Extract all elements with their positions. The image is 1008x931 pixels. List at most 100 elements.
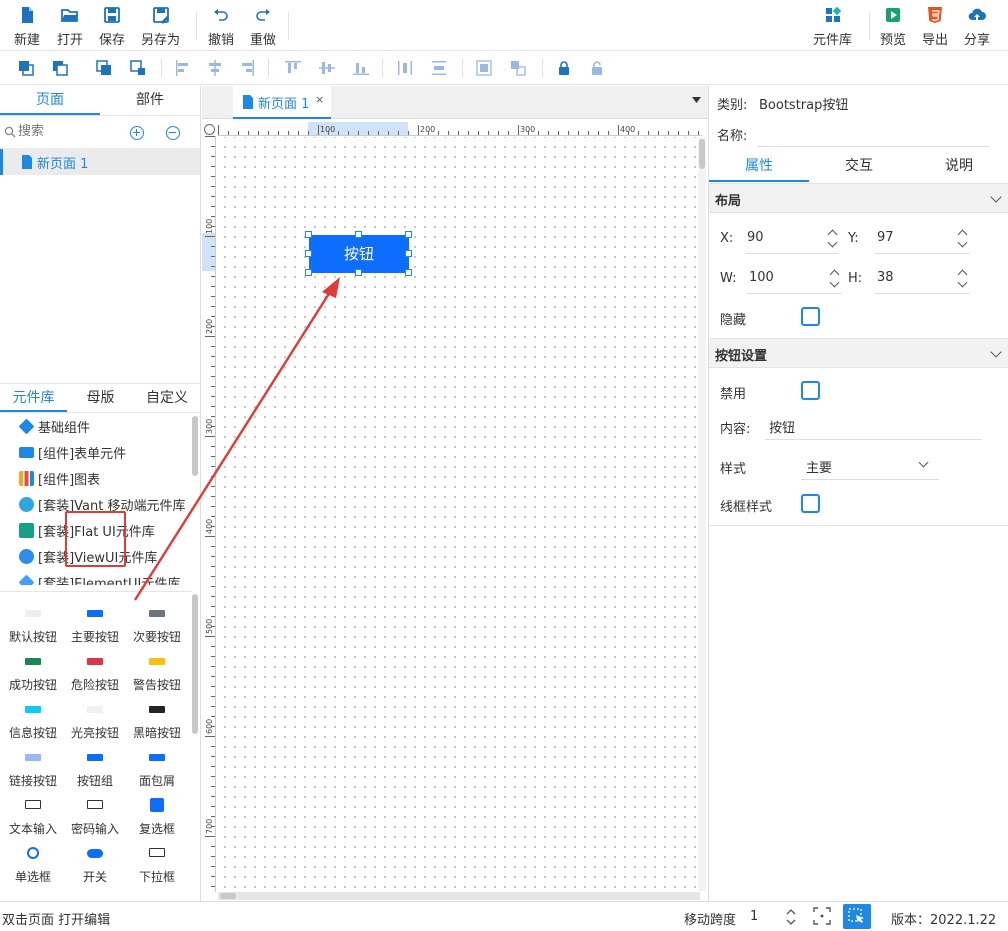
tab-notes[interactable]: 说明	[909, 152, 1008, 182]
tab-widgets[interactable]: 部件	[100, 86, 200, 115]
resize-handle[interactable]	[405, 231, 412, 238]
y-field[interactable]: 97	[875, 224, 969, 254]
component-checkbox[interactable]: 复选框	[126, 790, 188, 836]
stepper-icon[interactable]	[786, 908, 796, 926]
tab-masters[interactable]: 母版	[67, 384, 134, 412]
h-field[interactable]: 38	[875, 264, 969, 294]
tab-custom[interactable]: 自定义	[134, 384, 200, 412]
resize-handle[interactable]	[405, 269, 412, 276]
resize-handle[interactable]	[355, 269, 362, 276]
ungroup-icon[interactable]	[509, 59, 527, 77]
send-backward-icon[interactable]	[95, 59, 113, 77]
component-scrollbar[interactable]	[192, 594, 198, 734]
tab-dropdown-icon[interactable]	[692, 97, 701, 103]
send-to-back-icon[interactable]	[129, 59, 147, 77]
tab-properties[interactable]: 属性	[709, 152, 809, 182]
content-input[interactable]: 按钮	[765, 412, 981, 440]
save-button[interactable]: 保存	[99, 4, 125, 48]
add-page-icon[interactable]	[130, 126, 144, 140]
resize-handle[interactable]	[305, 231, 312, 238]
tab-interactions[interactable]: 交互	[809, 152, 909, 182]
component-success[interactable]: 成功按钮	[2, 646, 64, 692]
component-password-input[interactable]: 密码输入	[64, 790, 126, 836]
align-middle-icon[interactable]	[318, 59, 336, 77]
bring-forward-icon[interactable]	[51, 59, 69, 77]
new-button[interactable]: 新建	[14, 4, 40, 48]
align-bottom-icon[interactable]	[352, 59, 370, 77]
component-select[interactable]: 下拉框	[126, 838, 188, 884]
library-label: [组件]图表	[38, 472, 101, 488]
lock-icon[interactable]	[555, 59, 573, 77]
component-dark[interactable]: 黑暗按钮	[126, 694, 188, 740]
align-center-icon[interactable]	[206, 59, 224, 77]
distribute-vertical-icon[interactable]	[430, 59, 448, 77]
stepper-icon[interactable]	[957, 267, 967, 289]
search-input[interactable]	[18, 123, 118, 138]
list-item[interactable]: [套装]ElementUI元件库	[0, 569, 192, 585]
ruler-origin-icon[interactable]	[204, 124, 215, 135]
close-icon[interactable]: ×	[315, 93, 324, 106]
component-button-group[interactable]: 按钮组	[64, 742, 126, 788]
export-button[interactable]: 导出	[922, 4, 948, 48]
unlock-icon[interactable]	[588, 59, 606, 77]
w-field[interactable]: 100	[747, 264, 841, 294]
component-warning[interactable]: 警告按钮	[126, 646, 188, 692]
component-default[interactable]: 默认按钮	[2, 598, 64, 644]
layout-section-header[interactable]: 布局	[709, 183, 1008, 213]
undo-button[interactable]: 撤销	[208, 4, 234, 48]
stepper-icon[interactable]	[957, 227, 967, 249]
primary-button-widget[interactable]: 按钮	[309, 235, 409, 273]
component-breadcrumb[interactable]: 面包屑	[126, 742, 188, 788]
component-info[interactable]: 信息按钮	[2, 694, 64, 740]
hidden-checkbox[interactable]	[801, 307, 820, 326]
fit-screen-icon[interactable]	[813, 907, 831, 925]
distribute-horizontal-icon[interactable]	[396, 59, 414, 77]
resize-handle[interactable]	[405, 250, 412, 257]
component-danger[interactable]: 危险按钮	[64, 646, 126, 692]
style-select[interactable]: 主要	[801, 452, 939, 480]
canvas-horizontal-scrollbar[interactable]	[218, 892, 700, 900]
align-top-icon[interactable]	[284, 59, 302, 77]
component-secondary[interactable]: 次要按钮	[126, 598, 188, 644]
component-link[interactable]: 链接按钮	[2, 742, 64, 788]
stepper-icon[interactable]	[829, 267, 839, 289]
align-left-icon[interactable]	[174, 59, 192, 77]
component-switch[interactable]: 开关	[64, 838, 126, 884]
library-scrollbar[interactable]	[192, 416, 198, 476]
move-step-value[interactable]: 1	[750, 909, 758, 924]
list-item[interactable]: [组件]表单元件	[0, 439, 192, 465]
button-settings-section-header[interactable]: 按钮设置	[709, 338, 1008, 368]
align-right-icon[interactable]	[238, 59, 256, 77]
resize-handle[interactable]	[355, 231, 362, 238]
share-button[interactable]: 分享	[964, 4, 990, 48]
list-item[interactable]: 基础组件	[0, 413, 192, 439]
component-library-icon	[825, 6, 841, 22]
redo-button[interactable]: 重做	[250, 4, 276, 48]
page-list-item[interactable]: 新页面 1	[0, 149, 200, 175]
outline-checkbox[interactable]	[801, 494, 820, 513]
stepper-icon[interactable]	[827, 227, 837, 249]
component-radio[interactable]: 单选框	[2, 838, 64, 884]
disabled-checkbox[interactable]	[801, 381, 820, 400]
x-field[interactable]: 90	[745, 224, 839, 254]
component-light[interactable]: 光亮按钮	[64, 694, 126, 740]
tab-new-page-1[interactable]: 新页面 1 ×	[233, 86, 331, 119]
tab-library[interactable]: 元件库	[0, 384, 67, 412]
resize-handle[interactable]	[305, 269, 312, 276]
library-button[interactable]: 元件库	[813, 4, 852, 48]
name-input[interactable]	[757, 120, 989, 147]
save-as-button[interactable]: 另存为	[141, 4, 180, 48]
group-icon[interactable]	[475, 59, 493, 77]
resize-handle[interactable]	[305, 250, 312, 257]
remove-page-icon[interactable]	[166, 126, 180, 140]
preview-button[interactable]: 预览	[880, 4, 906, 48]
canvas-vertical-scrollbar[interactable]	[698, 137, 706, 891]
design-canvas[interactable]	[217, 137, 698, 891]
select-mode-icon[interactable]	[843, 904, 871, 929]
open-button[interactable]: 打开	[57, 4, 83, 48]
list-item[interactable]: [组件]图表	[0, 465, 192, 491]
component-text-input[interactable]: 文本输入	[2, 790, 64, 836]
tab-pages[interactable]: 页面	[0, 86, 100, 115]
component-primary[interactable]: 主要按钮	[64, 598, 126, 644]
bring-to-front-icon[interactable]	[17, 59, 35, 77]
